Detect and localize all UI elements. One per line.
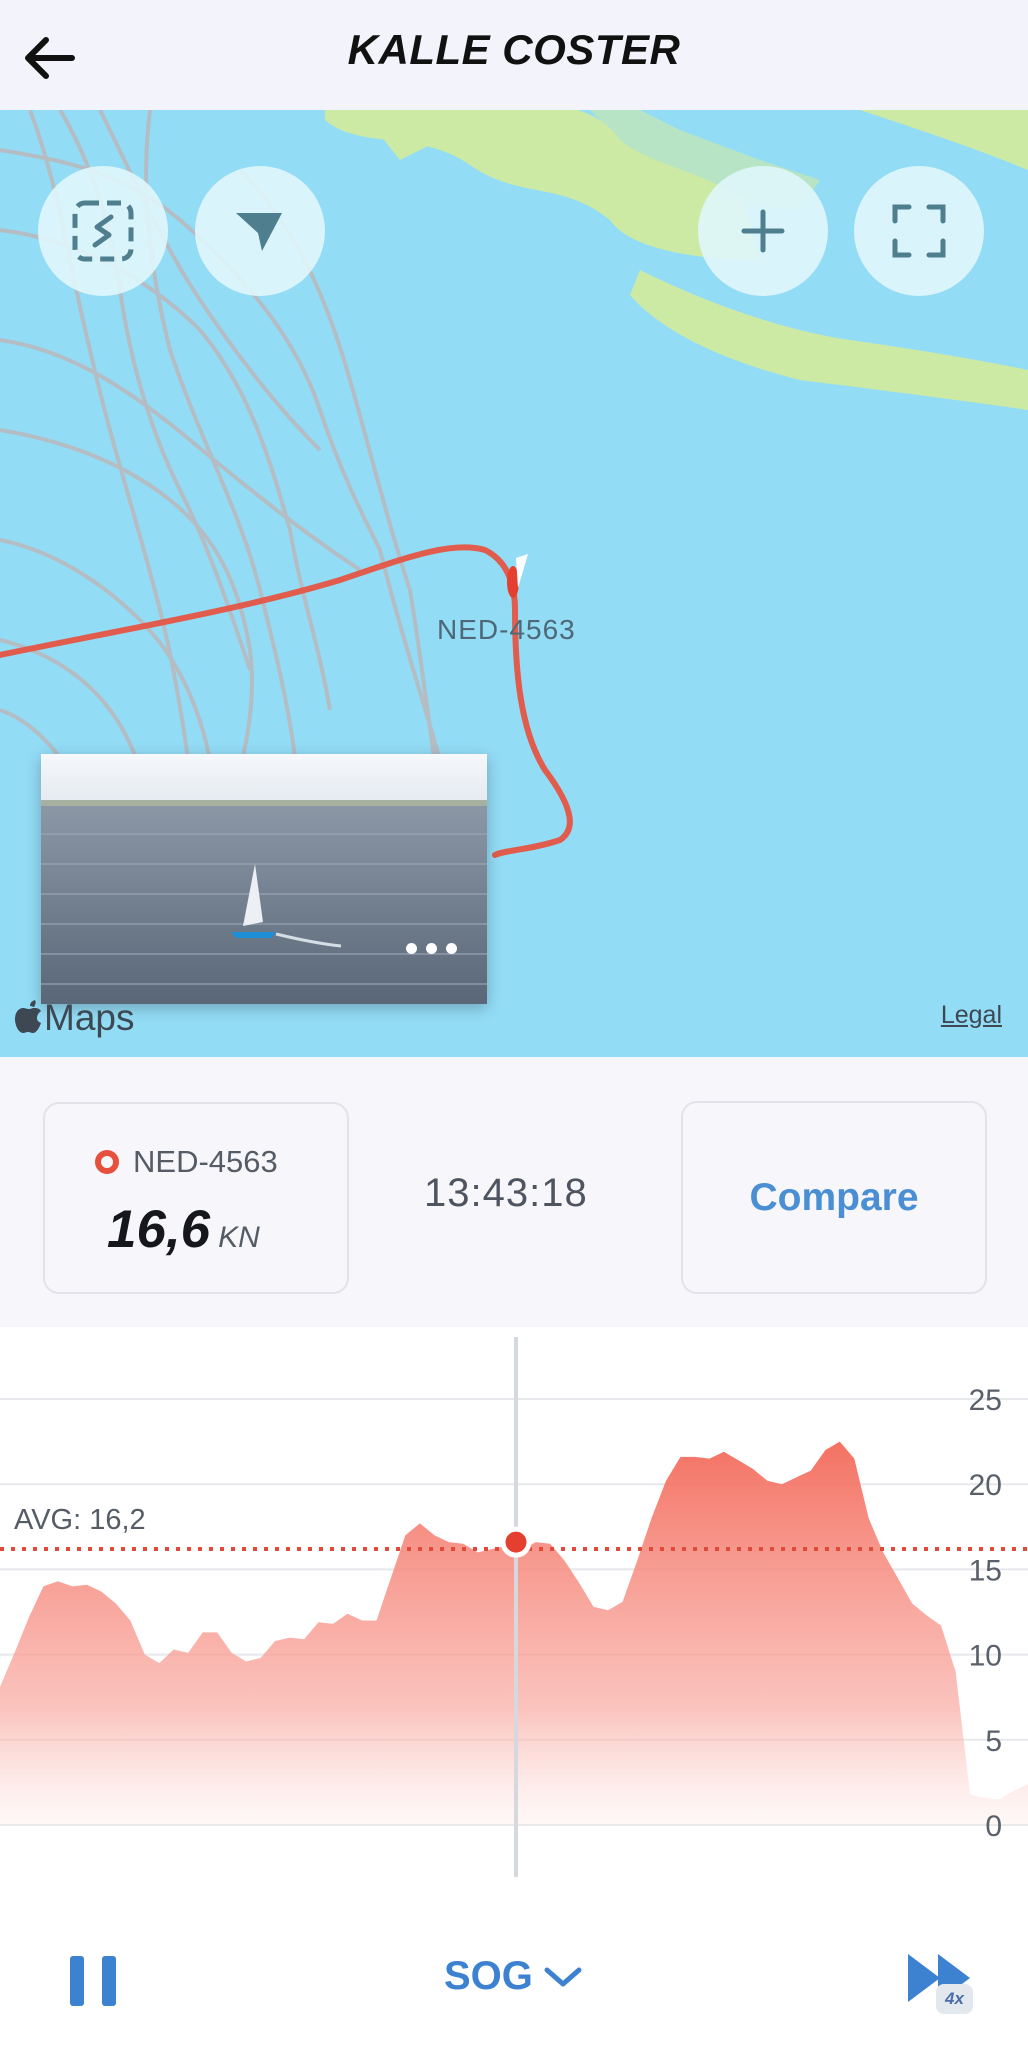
navigate-arrow-icon — [236, 213, 282, 251]
map-view[interactable]: NED-4563 Maps Legal — [0, 110, 1028, 1057]
chevron-down-icon — [544, 1967, 582, 1986]
video-more-icon[interactable] — [406, 943, 457, 954]
pause-button[interactable] — [70, 1956, 116, 2006]
speed-chart[interactable]: 25 20 15 10 5 0 AVG: 16,2 — [0, 1327, 1028, 1887]
average-label: AVG: 16,2 — [14, 1504, 146, 1536]
boat-name-row: NED-4563 — [95, 1144, 278, 1180]
maps-text: Maps — [44, 997, 135, 1038]
zoom-plus-icon — [741, 209, 785, 253]
video-thumbnail[interactable] — [41, 754, 487, 1004]
boat-map-label: NED-4563 — [437, 614, 576, 645]
time-readout: 13:43:18 — [424, 1171, 588, 1215]
compare-button[interactable]: Compare — [681, 1101, 987, 1294]
speed-readout: 16,6 KN — [107, 1199, 260, 1260]
header-bar: KALLE COSTER — [0, 0, 1028, 110]
y-tick-label: 0 — [985, 1810, 1002, 1843]
land-area — [630, 270, 1028, 410]
legal-link[interactable]: Legal — [941, 1001, 1002, 1030]
apple-maps-attribution: Maps — [14, 997, 134, 1039]
follow-track-icon — [72, 200, 134, 262]
zoom-in-button[interactable] — [698, 166, 828, 296]
boat-name: NED-4563 — [133, 1144, 278, 1179]
speed-chart-svg: 25 20 15 10 5 0 AVG: 16,2 — [0, 1337, 1028, 1877]
info-panel: NED-4563 16,6 KN 13:43:18 Compare — [0, 1057, 1028, 1327]
playhead-marker — [500, 1526, 532, 1558]
y-tick-label: 15 — [969, 1554, 1002, 1587]
playback-speed-button[interactable]: 4x — [906, 1950, 982, 2016]
y-tick-label: 10 — [969, 1640, 1002, 1673]
metric-selector[interactable]: SOG — [444, 1954, 585, 1999]
land-area — [860, 110, 1028, 170]
speed-value: 16,6 — [107, 1200, 211, 1259]
apple-logo-icon — [15, 1000, 41, 1033]
boat-marker — [507, 554, 528, 598]
fullscreen-icon — [892, 204, 946, 258]
speed-badge: 4x — [936, 1984, 973, 2014]
y-tick-label: 20 — [969, 1469, 1002, 1502]
y-tick-label: 5 — [985, 1725, 1002, 1758]
boat-speed-card[interactable]: NED-4563 16,6 KN — [43, 1102, 349, 1294]
speed-unit: KN — [218, 1221, 260, 1254]
y-tick-label: 25 — [969, 1384, 1002, 1417]
boat-marker-icon — [95, 1150, 119, 1174]
navigate-button[interactable] — [195, 166, 325, 296]
fullscreen-button[interactable] — [854, 166, 984, 296]
follow-track-button[interactable] — [38, 166, 168, 296]
video-preview-image — [41, 754, 487, 1004]
page-title: KALLE COSTER — [347, 26, 681, 73]
metric-label: SOG — [444, 1954, 533, 1998]
